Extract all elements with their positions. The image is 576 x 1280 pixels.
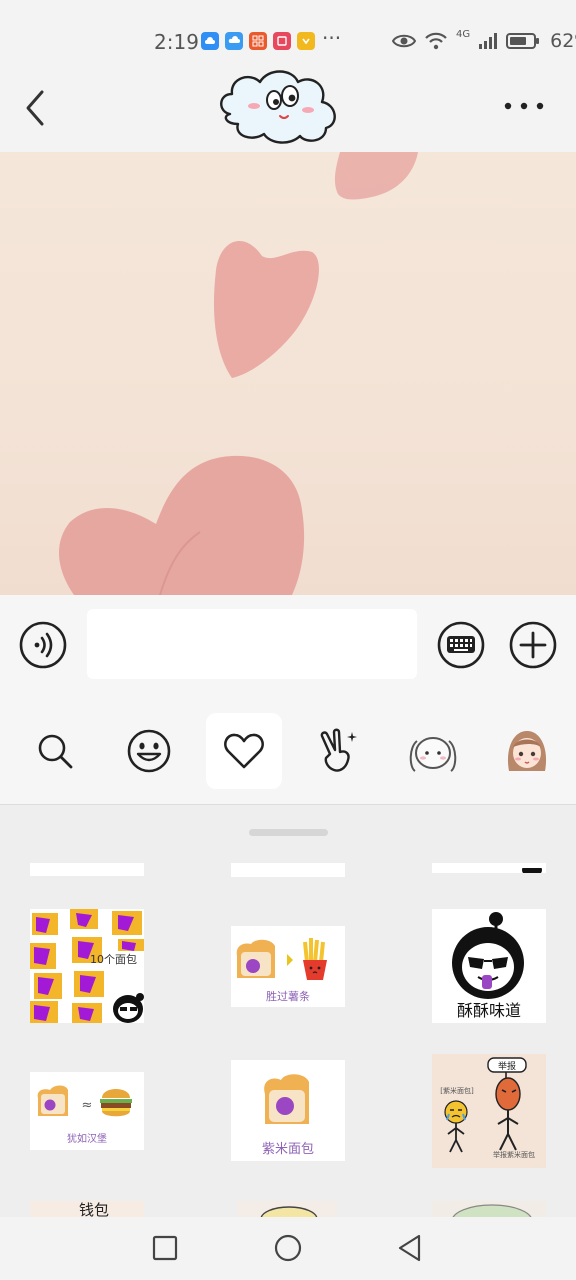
sticker-caption: 犹如汉堡	[67, 1134, 107, 1145]
sticker-report[interactable]: 举报 [紫米面包] 举报紫米面包	[432, 1054, 546, 1168]
chat-message-area[interactable]	[0, 152, 576, 595]
cloud-avatar-logo	[220, 70, 336, 144]
home-button[interactable]	[271, 1231, 305, 1265]
system-status-icons: 4G 62%	[392, 28, 576, 52]
battery-icon	[506, 33, 540, 49]
message-text-input[interactable]	[87, 609, 417, 679]
sticker-purple-rice-bread[interactable]: 紫米面包	[231, 1060, 345, 1161]
hearts-wallpaper	[58, 152, 418, 595]
wifi-icon	[425, 32, 447, 50]
recent-apps-button[interactable]	[148, 1231, 182, 1265]
keyboard-toggle-button[interactable]	[437, 621, 485, 669]
peace-hand-icon	[320, 728, 357, 772]
sticker-right-caption: 举报紫米面包	[493, 1151, 535, 1159]
sticker-like-burger[interactable]: ≈ 犹如汉堡	[30, 1072, 144, 1150]
shield-app-icon	[297, 32, 315, 50]
tab-girl-stickers[interactable]	[489, 713, 565, 789]
favorite-stickers-panel[interactable]: 10个面包 胜过薯条 酥酥味道 ≈ 犹如汉堡 紫米面包 举报 [紫米面包] 举报…	[0, 805, 576, 1217]
sticker-crispy-taste[interactable]: 酥酥味道	[432, 909, 546, 1023]
sticker-wallet[interactable]: 钱包	[30, 1201, 144, 1217]
girl-sticker-icon	[507, 731, 547, 777]
heart-icon	[224, 733, 264, 769]
sticker-ten-breads[interactable]: 10个面包	[30, 909, 144, 1023]
cloud-app-icon	[201, 32, 219, 50]
approx-symbol: ≈	[81, 1098, 93, 1113]
message-input-bar	[0, 595, 576, 695]
voice-input-button[interactable]	[19, 621, 67, 669]
notification-icons	[201, 32, 315, 50]
search-icon	[38, 734, 73, 769]
tab-gesture-stickers[interactable]	[300, 713, 376, 789]
battery-percent: 62%	[550, 30, 576, 52]
report-sign-text: 举报	[497, 1062, 516, 1072]
sticker-left-caption: [紫米面包]	[440, 1087, 474, 1095]
back-button[interactable]	[18, 86, 54, 130]
signal-icon	[479, 33, 498, 49]
back-nav-button[interactable]	[393, 1231, 427, 1265]
system-navigation-bar	[0, 1217, 576, 1280]
tab-bunny-stickers[interactable]	[395, 713, 471, 789]
add-attachment-button[interactable]	[509, 621, 557, 669]
sticker-partial-2[interactable]	[231, 863, 345, 877]
book-app-icon	[273, 32, 291, 50]
more-options-button[interactable]	[502, 94, 546, 118]
more-notifications-indicator: ···	[322, 26, 342, 50]
sticker-partial-row3-2[interactable]	[237, 1201, 337, 1217]
sticker-caption: 钱包	[78, 1201, 109, 1217]
panel-drag-handle[interactable]	[249, 829, 328, 836]
sticker-caption: 酥酥味道	[456, 1001, 521, 1020]
sticker-partial-3[interactable]	[432, 863, 546, 873]
sticker-beats-fries[interactable]: 胜过薯条	[231, 926, 345, 1007]
app-grid-icon	[249, 32, 267, 50]
sticker-caption: 胜过薯条	[266, 990, 310, 1003]
chat-header	[0, 60, 576, 152]
bunny-sticker-icon	[409, 737, 457, 772]
network-type: 4G	[456, 28, 471, 40]
tab-emoji-smileys[interactable]	[111, 713, 187, 789]
tab-favorites[interactable]	[206, 713, 282, 789]
sticker-caption: 紫米面包	[261, 1142, 314, 1157]
sticker-partial-row3-3[interactable]	[432, 1201, 546, 1217]
sticker-partial-1[interactable]	[30, 863, 144, 876]
emoji-category-tabs	[0, 695, 576, 805]
status-time: 2:19	[154, 30, 199, 54]
weather-app-icon	[225, 32, 243, 50]
eye-comfort-icon	[392, 34, 416, 48]
sticker-caption: 10个面包	[90, 953, 137, 966]
smiley-icon	[127, 729, 171, 773]
tab-emoji-search[interactable]	[17, 713, 93, 789]
